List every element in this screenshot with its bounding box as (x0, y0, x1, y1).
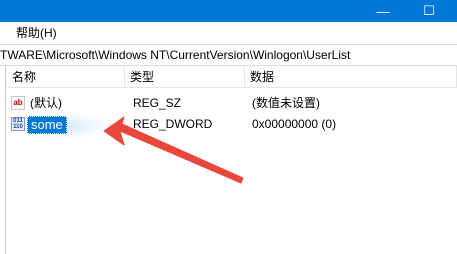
window-titlebar: — ☐ (0, 0, 457, 22)
values-list[interactable]: 名称 类型 数据 ab (默认) REG_SZ (数值未设置) 011 110 s… (7, 66, 457, 254)
column-header-type[interactable]: 类型 (125, 66, 245, 88)
column-header-name[interactable]: 名称 (7, 66, 125, 88)
address-bar[interactable]: TWARE\Microsoft\Windows NT\CurrentVersio… (0, 44, 457, 66)
tree-pane[interactable] (0, 66, 6, 254)
value-data: (数值未设置) (252, 96, 320, 110)
value-type: REG_DWORD (133, 117, 213, 131)
table-row-selected[interactable]: 011 110 some REG_DWORD 0x00000000 (0) (7, 113, 457, 139)
maximize-icon[interactable]: ☐ (406, 0, 452, 22)
value-name: (默认) (30, 96, 62, 110)
rename-input[interactable]: some (27, 116, 67, 134)
menu-bar: 帮助(H) (0, 22, 457, 44)
value-data: 0x00000000 (0) (252, 117, 337, 131)
menu-help[interactable]: 帮助(H) (16, 26, 57, 40)
value-type: REG_SZ (133, 96, 182, 110)
column-header-data[interactable]: 数据 (245, 66, 457, 88)
string-value-icon: ab (11, 96, 25, 110)
minimize-icon[interactable]: — (360, 0, 406, 22)
binary-value-icon: 011 110 (11, 117, 25, 131)
table-row[interactable]: ab (默认) REG_SZ (数值未设置) (7, 92, 457, 114)
registry-path[interactable]: TWARE\Microsoft\Windows NT\CurrentVersio… (0, 48, 350, 62)
